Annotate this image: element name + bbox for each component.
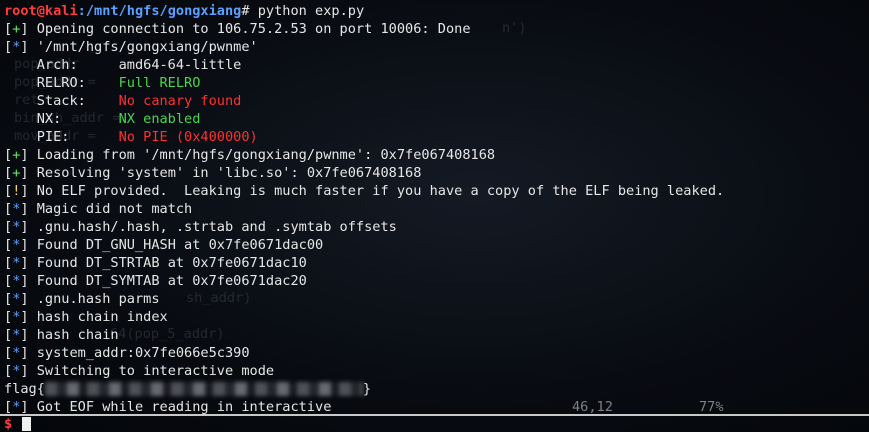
output-line: [*] hash chain [4, 327, 119, 343]
output-text: .gnu.hash/.hash, .strtab and .symtab off… [28, 219, 397, 235]
output-line: [+] Opening connection to 106.75.2.53 on… [4, 21, 471, 37]
text-cursor[interactable] [22, 417, 31, 431]
output-text: No ELF provided. Leaking is much faster … [28, 183, 725, 199]
checksec-label: Arch: [4, 57, 119, 73]
flag-prefix: flag{ [4, 381, 45, 397]
output-text: Found DT_SYMTAB at 0x7fe0671dac20 [28, 273, 307, 289]
command-text: python exp.py [249, 3, 365, 19]
output-line: Stack: No canary found [4, 92, 869, 110]
output-line: [*] .gnu.hash/.hash, .strtab and .symtab… [4, 219, 397, 235]
output-line: RELRO: Full RELRO [4, 74, 869, 92]
checksec-value: Full RELRO [118, 75, 201, 91]
output-text: Opening connection to 106.75.2.53 on por… [28, 21, 471, 37]
output-line: [*] system_addr:0x7fe066e5c390 [4, 345, 250, 361]
shell-prompt: $ [4, 416, 13, 432]
output-text: system_addr:0x7fe066e5c390 [28, 345, 250, 361]
flag-suffix: } [362, 381, 372, 397]
output-text: Switching to interactive mode [28, 363, 275, 379]
checksec-value: No canary found [118, 93, 242, 109]
checksec-value: NX enabled [118, 111, 201, 127]
output-line: NX: NX enabled [4, 110, 869, 128]
output-text: hash chain [28, 327, 119, 343]
output-text: '/mnt/hgfs/gongxiang/pwnme' [28, 39, 258, 55]
output-line: PIE: No PIE (0x400000) [4, 128, 869, 146]
output-text: Found DT_GNU_HASH at 0x7fe0671dac00 [28, 237, 324, 253]
terminal-output: root@kali:/mnt/hgfs/gongxiang# python ex… [4, 2, 869, 416]
command-line: root@kali:/mnt/hgfs/gongxiang# python ex… [4, 2, 869, 20]
output-line: [!] No ELF provided. Leaking is much fas… [4, 183, 725, 199]
output-text: .gnu.hash parms [28, 291, 160, 307]
prompt-symbol: # [241, 3, 250, 19]
checksec-label: RELRO: [4, 75, 119, 91]
output-line: [*] .gnu.hash parms [4, 291, 160, 307]
checksec-value: No PIE (0x400000) [118, 129, 258, 145]
checksec-label: PIE: [4, 129, 119, 145]
output-line: [*] Found DT_GNU_HASH at 0x7fe0671dac00 [4, 237, 324, 253]
checksec-label: Stack: [4, 93, 119, 109]
output-line: Arch: amd64-64-little [4, 56, 869, 74]
output-text: Got EOF while reading in interactive [28, 399, 332, 415]
output-text: Magic did not match [28, 201, 193, 217]
prompt-user: root@kali [4, 3, 78, 19]
output-line: [*] Found DT_STRTAB at 0x7fe0671dac10 [4, 255, 307, 271]
terminal-window[interactable]: n') pop_addr pop_addr = ret bin_sh_addr = mov… [0, 0, 869, 432]
output-line: [+] Resolving 'system' in 'libc.so': 0x7… [4, 165, 422, 181]
output-text: Found DT_STRTAB at 0x7fe0671dac10 [28, 255, 307, 271]
output-line: [*] Found DT_SYMTAB at 0x7fe0671dac20 [4, 273, 307, 289]
output-line: [*] Magic did not match [4, 201, 193, 217]
output-line: [*] hash chain index [4, 309, 168, 325]
output-text: Loading from '/mnt/hgfs/gongxiang/pwnme'… [28, 147, 496, 163]
flag-line: flag{} [4, 380, 869, 398]
checksec-label: NX: [4, 111, 119, 127]
output-line: [*] '/mnt/hgfs/gongxiang/pwnme' [4, 39, 258, 55]
redacted-flag [44, 382, 363, 396]
checksec-value: amd64-64-little [118, 57, 242, 73]
output-line: [*] Switching to interactive mode [4, 363, 275, 379]
output-text: Resolving 'system' in 'libc.so': 0x7fe06… [28, 165, 422, 181]
status-divider [0, 414, 869, 416]
prompt-path: :/mnt/hgfs/gongxiang [77, 3, 242, 19]
output-text: hash chain index [28, 309, 168, 325]
output-line: [+] Loading from '/mnt/hgfs/gongxiang/pw… [4, 147, 496, 163]
